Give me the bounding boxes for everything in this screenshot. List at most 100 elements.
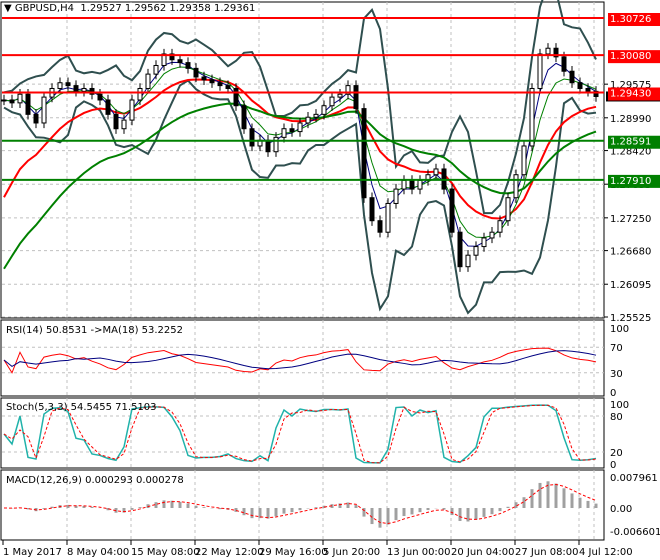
candle-body bbox=[305, 116, 311, 124]
candle-body bbox=[569, 70, 575, 84]
candle-body bbox=[505, 197, 511, 222]
candle-body bbox=[65, 82, 71, 87]
rsi-scale-label: 30 bbox=[610, 369, 623, 380]
macd-scale-label: 0.00 bbox=[610, 504, 632, 515]
candle-body bbox=[105, 99, 111, 115]
stoch-scale-label: 80 bbox=[610, 412, 623, 423]
candle-body bbox=[497, 220, 503, 233]
candle-body bbox=[233, 87, 239, 107]
rsi-scale-label: 70 bbox=[610, 343, 623, 354]
candle-body bbox=[217, 82, 223, 87]
x-tick-label: 29 May 16:00 bbox=[259, 547, 328, 558]
bollinger-lower bbox=[3, 79, 597, 315]
candle-body bbox=[249, 128, 255, 147]
candle-body bbox=[313, 113, 319, 118]
candle-body bbox=[537, 53, 543, 89]
macd-scale-label: 0.007961 bbox=[610, 473, 658, 484]
candle-body bbox=[177, 59, 183, 64]
candle-body bbox=[201, 76, 207, 81]
level-label: 1.28591 bbox=[610, 137, 651, 148]
candle-body bbox=[585, 87, 591, 92]
symbol-label: GBPUSD,H4 bbox=[14, 3, 74, 14]
stoch-scale-label: 0 bbox=[610, 460, 616, 471]
candle-body bbox=[369, 197, 375, 222]
candle-body bbox=[185, 62, 191, 69]
candle-body bbox=[529, 87, 535, 147]
symbol-header: ▼ GBPUSD,H4 1.29527 1.29562 1.29358 1.29… bbox=[4, 3, 256, 14]
candle-body bbox=[417, 179, 423, 190]
macd-label: MACD(12,26,9) 0.000293 0.000278 bbox=[6, 475, 184, 486]
rsi-scale-label: 0 bbox=[610, 388, 616, 399]
candle-body bbox=[377, 220, 383, 233]
x-tick-label: 20 Jun 04:00 bbox=[451, 547, 515, 558]
macd-signal-line bbox=[3, 483, 597, 525]
candle-body bbox=[561, 56, 567, 72]
candle-body bbox=[361, 108, 367, 199]
candle-body bbox=[41, 96, 47, 124]
x-tick-label: 4 Jul 12:00 bbox=[579, 547, 633, 558]
high-value: 1.29562 bbox=[124, 3, 167, 14]
candle-body bbox=[225, 85, 231, 89]
candle-body bbox=[489, 231, 495, 239]
candle-body bbox=[57, 82, 63, 89]
candle-body bbox=[17, 93, 23, 104]
x-tick-label: 5 Jun 20:00 bbox=[323, 547, 380, 558]
low-value: 1.29358 bbox=[169, 3, 211, 14]
rsi-label: RSI(14) 50.8531 ->MA(18) 53.2252 bbox=[6, 325, 183, 336]
collapse-triangle-icon[interactable]: ▼ bbox=[4, 3, 12, 14]
candle-body bbox=[545, 47, 551, 55]
candle-body bbox=[401, 179, 407, 190]
candle-body bbox=[289, 128, 295, 133]
candle-body bbox=[81, 87, 87, 92]
candle-body bbox=[321, 105, 327, 115]
candle-body bbox=[1, 99, 7, 102]
level-label: 1.27910 bbox=[610, 176, 651, 187]
candle-body bbox=[433, 168, 439, 176]
candle-body bbox=[73, 85, 79, 92]
y-tick-label: 1.27250 bbox=[610, 214, 651, 225]
candle-body bbox=[281, 128, 287, 138]
level-label: 1.30080 bbox=[610, 51, 651, 62]
open-value: 1.29527 bbox=[80, 3, 122, 14]
stoch-label: Stoch(5,3,3) 54.5455 71.5103 bbox=[6, 402, 157, 413]
candle-body bbox=[337, 93, 343, 98]
x-tick-label: 8 May 04:00 bbox=[67, 547, 129, 558]
candle-body bbox=[113, 113, 119, 130]
level-label: 1.29430 bbox=[610, 89, 651, 100]
candle-body bbox=[25, 93, 31, 115]
candle-body bbox=[329, 96, 335, 107]
candle-body bbox=[353, 85, 359, 110]
candle-body bbox=[129, 99, 135, 121]
candle-body bbox=[121, 119, 127, 130]
x-tick-label: 13 Jun 00:00 bbox=[387, 547, 451, 558]
candle-body bbox=[577, 82, 583, 89]
candle-body bbox=[457, 231, 463, 268]
y-tick-label: 1.26095 bbox=[610, 280, 651, 291]
candle-body bbox=[9, 99, 15, 104]
candle-body bbox=[465, 254, 471, 268]
y-tick-label: 1.25525 bbox=[610, 313, 651, 324]
level-label: 1.30726 bbox=[610, 14, 651, 25]
x-tick-label: 1 May 2017 bbox=[3, 547, 62, 558]
candle-body bbox=[481, 237, 487, 248]
candle-body bbox=[297, 122, 303, 133]
candle-body bbox=[265, 139, 271, 153]
candle-body bbox=[145, 73, 151, 89]
y-tick-label: 1.26680 bbox=[610, 247, 651, 258]
macd-scale-label: -0.006601 bbox=[610, 527, 660, 538]
candle-body bbox=[513, 174, 519, 199]
candle-body bbox=[153, 64, 159, 75]
chart-window[interactable]: 1 May 2017 8 May 04:00 15 May 08:00 22 May … bbox=[0, 0, 660, 560]
stoch-main-line bbox=[3, 404, 597, 464]
stoch-scale-label: 20 bbox=[610, 448, 623, 459]
candle-body bbox=[209, 79, 215, 84]
candle-body bbox=[241, 105, 247, 130]
rsi-scale-label: 100 bbox=[610, 324, 629, 335]
candle-body bbox=[409, 179, 415, 190]
x-tick-label: 27 Jun 08:00 bbox=[515, 547, 579, 558]
rsi-line bbox=[3, 347, 597, 374]
x-tick-label: 15 May 08:00 bbox=[131, 547, 200, 558]
candle-body bbox=[385, 202, 391, 233]
x-tick-label: 22 May 12:00 bbox=[195, 547, 264, 558]
candle-body bbox=[473, 246, 479, 256]
